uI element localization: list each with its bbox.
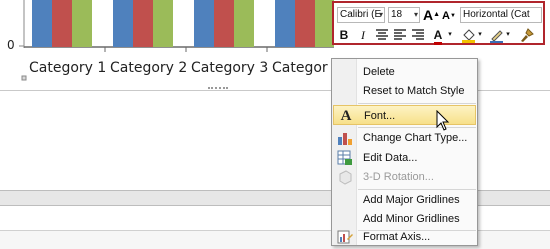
chart-bar[interactable] <box>295 0 315 47</box>
font-size-value: 18 <box>391 9 403 20</box>
chart-bar[interactable] <box>194 0 214 47</box>
chevron-down-icon: ▾ <box>478 31 482 38</box>
menu-separator <box>358 103 476 104</box>
mini-toolbar: Calibri (E ▾ 18 ▾ A▲ A▼ Horizontal (Cat … <box>332 1 545 45</box>
chart-bar[interactable] <box>72 0 92 47</box>
align-right-icon <box>412 29 424 40</box>
chart-bar[interactable] <box>113 0 133 47</box>
bold-button[interactable]: B <box>337 26 351 44</box>
font-size-dropdown[interactable]: 18 ▾ <box>388 7 420 23</box>
menu-item-3d-rotation[interactable]: 3-D Rotation... <box>333 167 476 187</box>
chart-bar[interactable] <box>133 0 153 47</box>
chart-bar[interactable] <box>52 0 72 47</box>
chart-bar[interactable] <box>153 0 173 47</box>
grow-icon: ▲ <box>433 11 441 18</box>
menu-item-reset-to-match-style[interactable]: Reset to Match Style <box>333 81 476 101</box>
mouse-cursor-icon <box>436 110 450 131</box>
chart-element-dropdown[interactable]: Horizontal (Cat <box>460 7 542 23</box>
brush-icon <box>520 28 534 42</box>
format-axis-icon <box>337 230 353 244</box>
font-color-dropdown[interactable]: ▾ <box>447 26 453 44</box>
italic-button[interactable]: I <box>356 26 370 44</box>
align-center-button[interactable] <box>374 26 390 44</box>
format-painter-button[interactable] <box>517 26 535 44</box>
font-color-button[interactable]: A <box>431 26 445 45</box>
grow-font-button[interactable]: A▲ <box>423 6 441 24</box>
shrink-icon: ▼ <box>450 13 456 19</box>
align-center-icon <box>376 29 388 40</box>
chart-bar[interactable] <box>32 0 52 47</box>
pencil-icon <box>489 30 503 43</box>
category-label: Category 2 <box>110 60 188 76</box>
category-label: Categor <box>272 60 328 76</box>
chart-type-icon <box>338 133 352 145</box>
chart-bar[interactable] <box>275 0 295 47</box>
category-label: Category 3 <box>191 60 269 76</box>
align-left-button[interactable] <box>392 26 408 44</box>
chart-bar[interactable] <box>234 0 254 47</box>
menu-item-add-major-gridlines[interactable]: Add Major Gridlines <box>333 190 476 210</box>
chevron-down-icon: ▾ <box>413 10 418 19</box>
rotation-3d-icon <box>339 170 352 185</box>
chevron-down-icon: ▾ <box>448 31 452 38</box>
menu-item-change-chart-type[interactable]: Change Chart Type... <box>333 128 476 148</box>
chart-element-value: Horizontal (Cat <box>463 9 530 20</box>
align-right-button[interactable] <box>410 26 426 44</box>
value-axis-zero-label: 0 <box>7 38 15 52</box>
outline-color-dropdown[interactable]: ▾ <box>505 26 511 44</box>
edit-data-icon <box>337 150 352 165</box>
menu-item-add-minor-gridlines[interactable]: Add Minor Gridlines <box>333 209 476 229</box>
font-name-dropdown[interactable]: Calibri (E ▾ <box>337 7 385 23</box>
chevron-down-icon: ▾ <box>378 10 383 19</box>
category-label: Category 1 <box>29 60 107 76</box>
chart-bar[interactable] <box>214 0 234 47</box>
menu-item-font[interactable]: A Font... <box>333 105 476 125</box>
chevron-down-icon: ▾ <box>506 31 510 38</box>
fill-color-button[interactable] <box>460 26 476 44</box>
font-icon: A <box>340 108 352 124</box>
font-name-value: Calibri (E <box>340 9 382 20</box>
resize-handle[interactable] <box>208 87 228 93</box>
fill-color-dropdown[interactable]: ▾ <box>477 26 483 44</box>
menu-item-format-axis[interactable]: Format Axis... <box>333 227 476 247</box>
outline-color-button[interactable] <box>488 26 504 44</box>
menu-item-delete[interactable]: Delete <box>333 62 476 82</box>
menu-item-edit-data[interactable]: Edit Data... <box>333 148 476 168</box>
context-menu: Delete Reset to Match Style A Font... Ch… <box>331 58 478 246</box>
align-left-icon <box>394 29 406 40</box>
shrink-font-button[interactable]: A▼ <box>442 6 456 24</box>
paint-bucket-icon <box>461 29 475 43</box>
